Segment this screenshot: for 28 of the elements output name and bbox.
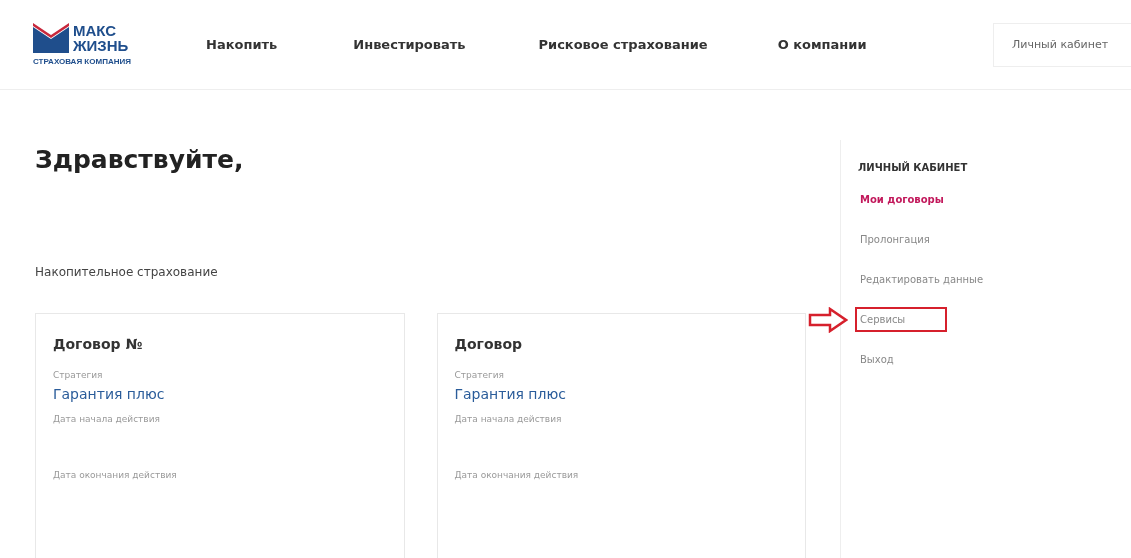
sidebar-item[interactable]: Редактировать данные	[855, 267, 989, 292]
field-label: Дата начала действия	[454, 414, 563, 424]
sidebar-title: ЛИЧНЫЙ КАБИНЕТ	[858, 162, 969, 173]
nav-link[interactable]: О компании	[777, 37, 867, 52]
contract-title: Договор №	[53, 336, 144, 352]
field-label: Стратегия	[454, 370, 506, 380]
section-title: Накопительное страхование	[35, 265, 219, 279]
contract-title: Договор	[454, 336, 524, 352]
nav-link[interactable]: Рисковое страхование	[538, 37, 708, 52]
sidebar-item[interactable]: Пролонгация	[855, 227, 935, 252]
logo-mark-icon	[33, 23, 69, 53]
greeting-heading: Здравствуйте,	[35, 144, 245, 175]
logo-text: МАКС	[73, 23, 118, 38]
field-label: Дата окончания действия	[53, 470, 178, 480]
account-button[interactable]: Личный кабинет	[993, 22, 1131, 67]
arrow-icon	[808, 307, 848, 333]
sidebar-item[interactable]: Мои договоры	[855, 187, 949, 212]
logo-tagline: СТРАХОВАЯ КОМПАНИЯ	[33, 57, 132, 66]
sidebar-item[interactable]: Выход	[855, 347, 899, 372]
strategy-value: Гарантия плюс	[53, 386, 166, 402]
logo-text: ЖИЗНЬ	[73, 38, 129, 53]
nav-link[interactable]: Накопить	[206, 37, 278, 52]
field-label: Дата окончания действия	[454, 470, 580, 480]
strategy-value: Гарантия плюс	[454, 386, 567, 402]
field-label: Стратегия	[53, 370, 104, 380]
field-label: Дата начала действия	[53, 414, 161, 424]
sidebar-item[interactable]: Сервисы	[855, 307, 948, 332]
nav-link[interactable]: Инвестировать	[353, 37, 466, 52]
